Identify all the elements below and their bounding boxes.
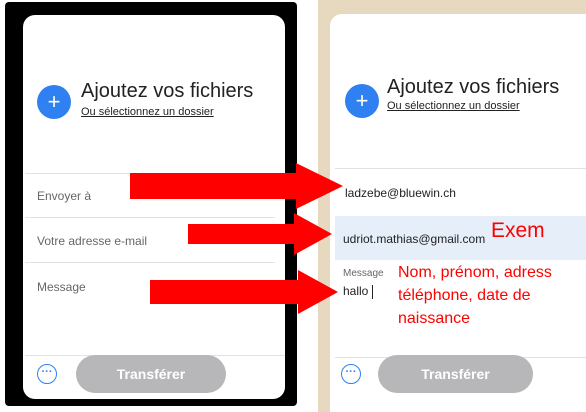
annotation-line-3: naissance: [398, 310, 471, 327]
select-folder-link[interactable]: Ou sélectionnez un dossier: [387, 100, 520, 112]
transfer-button[interactable]: Transférer: [76, 355, 226, 393]
plus-icon: +: [47, 89, 61, 114]
more-options-icon[interactable]: ···: [37, 364, 57, 384]
message-field[interactable]: Message: [37, 280, 86, 294]
recipient-field[interactable]: ladzebe@bluewin.ch: [345, 186, 456, 200]
select-folder-link[interactable]: Ou sélectionnez un dossier: [81, 106, 214, 118]
sender-email-value[interactable]: udriot.mathias@gmail.com: [343, 232, 485, 246]
arrow-to-email-icon: [188, 213, 332, 255]
arrow-to-recipient-icon: [130, 163, 343, 209]
arrow-to-message-icon: [150, 270, 338, 314]
add-files-title[interactable]: Ajoutez vos fichiers: [387, 76, 559, 99]
sender-email-field[interactable]: Votre adresse e-mail: [37, 234, 147, 248]
divider: [335, 168, 586, 169]
text-cursor: [372, 285, 373, 299]
message-label: Message: [343, 268, 384, 279]
annotation-line-1: Nom, prénom, adress: [398, 264, 552, 281]
recipient-field[interactable]: Envoyer à: [37, 189, 91, 203]
plus-icon: +: [355, 88, 369, 113]
more-options-icon[interactable]: ···: [341, 364, 361, 384]
annotation-line-2: téléphone, date de: [398, 287, 531, 304]
transfer-button[interactable]: Transférer: [378, 355, 533, 393]
add-files-title[interactable]: Ajoutez vos fichiers: [81, 80, 253, 103]
right-transfer-card: [330, 14, 586, 412]
add-files-button[interactable]: +: [37, 85, 71, 119]
example-annotation: Exem: [491, 219, 545, 242]
message-field[interactable]: hallo: [343, 284, 368, 298]
add-files-button[interactable]: +: [345, 84, 379, 118]
divider: [25, 262, 275, 263]
